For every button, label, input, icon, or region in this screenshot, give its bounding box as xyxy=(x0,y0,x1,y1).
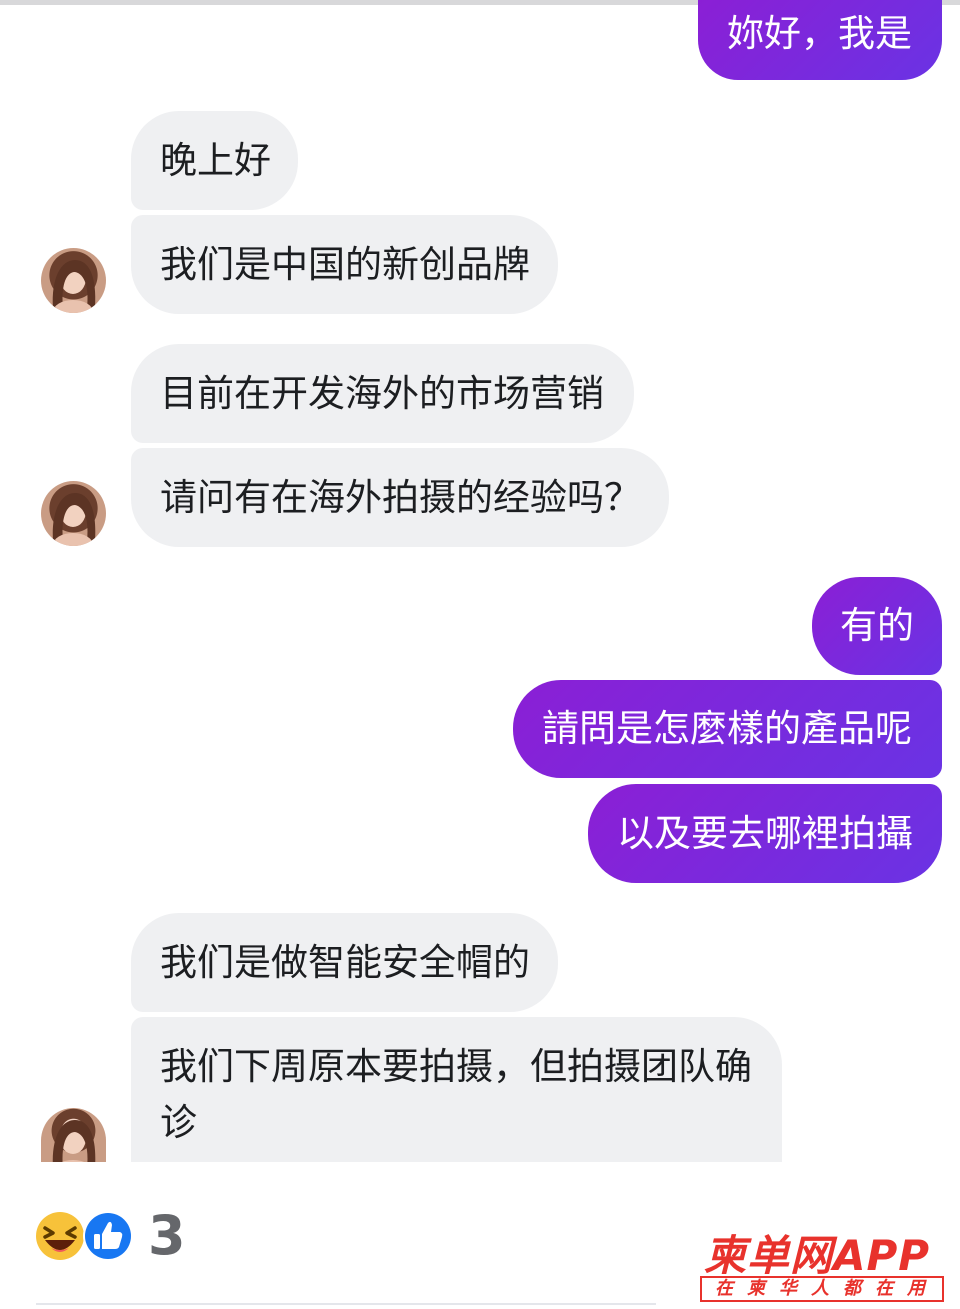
reaction-summary[interactable] xyxy=(34,1208,138,1264)
message-bubble-incoming[interactable]: 我们下周原本要拍摄，但拍摄团队确 诊 xyxy=(131,1017,782,1162)
watermark-logo: 柬单网APP 在柬华人都在用 xyxy=(700,1222,952,1304)
message-text: 我们是中国的新创品牌 xyxy=(160,243,530,286)
watermark-title: 柬单网APP xyxy=(704,1231,931,1280)
message-bubble-outgoing[interactable]: 以及要去哪裡拍攝 xyxy=(588,784,942,883)
message-text: 妳好，我是 xyxy=(727,12,912,55)
message-text: 我们是做智能安全帽的 xyxy=(160,941,530,984)
message-bubble-incoming[interactable]: 请问有在海外拍摄的经验吗？ xyxy=(131,448,669,547)
message-text-line: 诊 xyxy=(160,1101,197,1144)
watermark-slogan: 在柬华人都在用 xyxy=(700,1276,944,1302)
sender-avatar[interactable] xyxy=(41,1108,106,1162)
message-bubble-outgoing[interactable]: 妳好，我是 xyxy=(698,0,942,80)
message-bubble-incoming[interactable]: 晚上好 xyxy=(131,111,298,210)
message-text: 請問是怎麼樣的產品呢 xyxy=(542,707,912,750)
bottom-divider xyxy=(36,1303,656,1305)
message-bubble-incoming[interactable]: 我们是中国的新创品牌 xyxy=(131,215,558,314)
message-text: 请问有在海外拍摄的经验吗？ xyxy=(160,476,641,519)
message-text: 以及要去哪裡拍攝 xyxy=(617,812,913,855)
like-thumbs-up-icon xyxy=(83,1211,133,1261)
message-text: 晚上好 xyxy=(160,139,271,182)
message-bubble-outgoing[interactable]: 請問是怎麼樣的產品呢 xyxy=(513,680,942,778)
laughing-emoji-icon xyxy=(36,1212,84,1260)
message-text-line: 我们下周原本要拍摄，但拍摄团队确 xyxy=(160,1045,752,1088)
reaction-count: 3 xyxy=(148,1204,186,1267)
message-bubble-incoming[interactable]: 我们是做智能安全帽的 xyxy=(131,913,558,1012)
message-bubble-outgoing[interactable]: 有的 xyxy=(812,577,942,675)
message-bubble-incoming[interactable]: 目前在开发海外的市场营销 xyxy=(131,344,634,443)
sender-avatar[interactable] xyxy=(41,481,106,546)
message-text: 目前在开发海外的市场营销 xyxy=(160,372,604,415)
sender-avatar[interactable] xyxy=(41,248,106,313)
message-text: 有的 xyxy=(840,604,914,647)
